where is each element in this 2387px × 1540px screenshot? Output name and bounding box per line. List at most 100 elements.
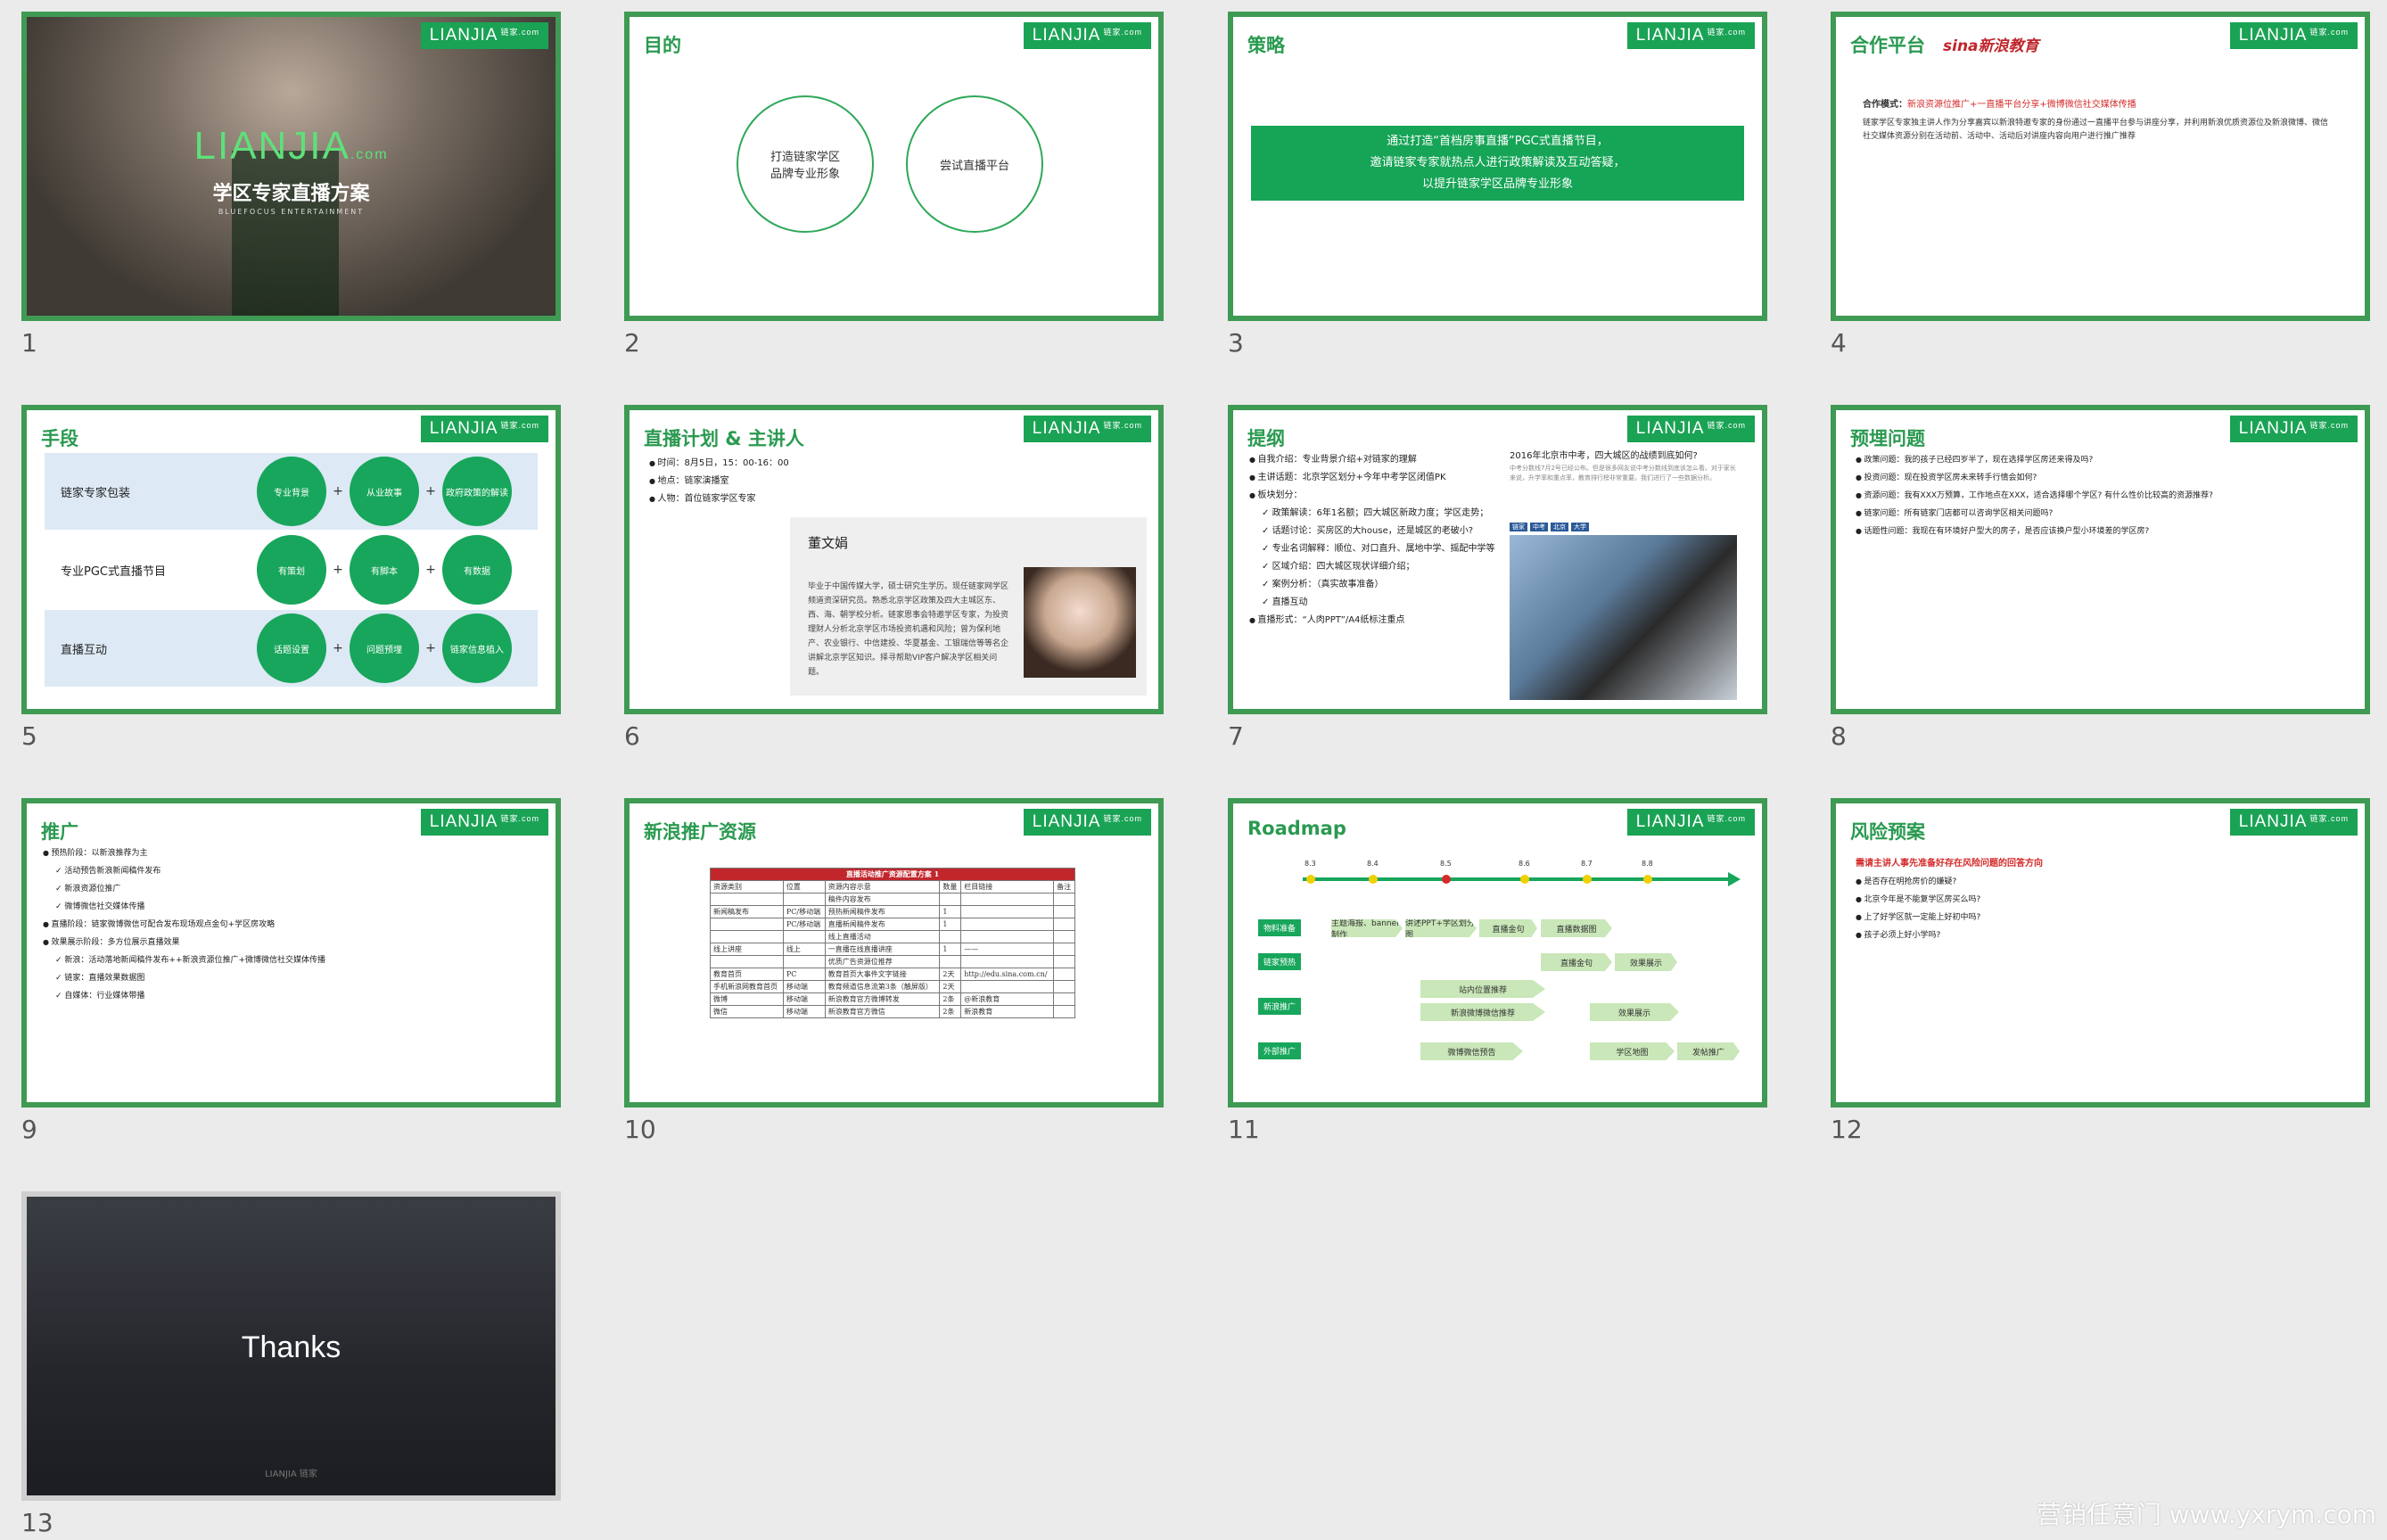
thanks-brand: LIANJIA 链家 — [265, 1470, 317, 1479]
slide-frame: LIANJIA 链家.com LIANJIA.com 学区专家直播方案 BLUEF… — [21, 12, 561, 321]
cover-title: 学区专家直播方案 — [212, 183, 370, 205]
brand-logo: LIANJIA 链家.com — [1626, 22, 1755, 49]
slide-frame: 新浪推广资源 LIANJIA 链家.com 直播活动推广资源配置方案 1 资源类别… — [624, 798, 1164, 1108]
timeline-dot — [1306, 875, 1315, 884]
roadmap-tag: 链家预热 — [1258, 953, 1302, 970]
brand-logo: LIANJIA 链家.com — [420, 22, 548, 49]
slide-title: 目的 — [644, 35, 681, 56]
table-row: 教育首页 PC 教育首页大事件文字链接 2天 http://edu.sina.com.c… — [710, 968, 1075, 981]
slide-frame: 预埋问题 LIANJIA链家.com 政策问题：我的孩子已经四岁半了，现在选择学… — [1831, 405, 2370, 714]
timeline-bar — [1303, 877, 1731, 881]
timeline-date: 8.8 — [1642, 860, 1653, 868]
slide-frame: 直播计划 & 主讲人 LIANJIA链家.com 时间：8月5日，15：00-1… — [624, 405, 1164, 714]
speaker-name: 董文娟 — [808, 535, 849, 551]
cover-tag: BLUEFOCUS ENTERTAINMENT — [218, 208, 365, 216]
slide-number: 12 — [1831, 1115, 1863, 1144]
roadmap-step: 新浪微博微信推荐 — [1420, 1003, 1545, 1021]
table-row: 新闻稿发布 PC/移动端 预热新闻稿件发布 1 — [710, 905, 1075, 918]
coop-desc: 链家学区专家独主讲人作为分享嘉宾以新浪特邀专家的身份通过一直播平台参与讲座分享，… — [1863, 119, 2329, 141]
outline-list: 自我介绍：专业背景介绍+对链家的理解 主讲话题：北京学区划分+今年中考学区闭值P… — [1249, 451, 1495, 630]
promo-list: 预热阶段：以新浪推荐为主 活动预告新浪新闻稿件发布 新浪资源位推广 微博微信社交… — [43, 844, 326, 1005]
table-row: PC/移动端 直播新闻稿件发布 1 — [710, 918, 1075, 931]
roadmap-step: 直播数据图 — [1541, 919, 1612, 937]
goal-circle: 尝试直播平台 — [906, 95, 1043, 233]
timeline-dot — [1643, 875, 1652, 884]
slide-frame: Thanks LIANJIA 链家 — [21, 1191, 561, 1501]
slide-thumb-9[interactable]: 推广 LIANJIA链家.com 预热阶段：以新浪推荐为主 活动预告新浪新闻稿件… — [21, 798, 561, 1144]
speaker-bio: 毕业于中国传媒大学，硕士研究生学历。现任链家网学区频道资深研究员。熟悉北京学区政… — [808, 582, 1009, 677]
slide-frame: 目的 LIANJIA 链家.com 打造链家学区品牌专业形象 尝试直播平台 — [624, 12, 1164, 321]
slide-title: 策略 — [1247, 35, 1285, 56]
brand-logo: LIANJIA 链家.com — [1023, 809, 1151, 836]
timeline-date: 8.6 — [1519, 860, 1530, 868]
slide-title: 直播计划 & 主讲人 — [644, 428, 804, 449]
table-row: 线上讲座 线上 一直播在线直播讲座 1 —— — [710, 943, 1075, 956]
table-row: 优质广告资源位推荐 — [710, 955, 1075, 968]
slide-thumb-6[interactable]: 直播计划 & 主讲人 LIANJIA链家.com 时间：8月5日，15：00-1… — [624, 405, 1164, 751]
slide-number: 8 — [1831, 721, 1847, 751]
question-list: 政策问题：我的孩子已经四岁半了，现在选择学区房还来得及吗? 投资问题：现在投资学… — [1856, 451, 2213, 540]
brand-logo: LIANJIA 链家.com — [1626, 416, 1755, 442]
table-row: 手机新浪网教育首页 移动端 教育频道信息流第3条（触屏版） 2天 — [710, 980, 1075, 993]
slide-frame: 推广 LIANJIA链家.com 预热阶段：以新浪推荐为主 活动预告新浪新闻稿件… — [21, 798, 561, 1108]
brand-logo: LIANJIA 链家.com — [420, 416, 548, 442]
slide-number: 3 — [1228, 328, 1244, 358]
brand-logo: LIANJIA 链家.com — [2229, 22, 2358, 49]
slide-thumb-1[interactable]: LIANJIA 链家.com LIANJIA.com 学区专家直播方案 BLUEF… — [21, 12, 561, 358]
risk-list: 是否存在明抢房价的嫌疑? 北京今年是不能复学区房买么吗? 上了好学区就一定能上好… — [1856, 873, 1981, 944]
news-tags: 链家 中考 北京 大学 — [1510, 523, 1589, 531]
slide-title: 合作平台 — [1850, 35, 1925, 56]
slide-frame: 风险预案 LIANJIA 链家.com 需请主讲人事先准备好存在风险问题的回答方向… — [1831, 798, 2370, 1108]
roadmap-step: 学区地图 — [1590, 1042, 1675, 1060]
sina-logo: sina新浪教育 — [1943, 37, 2039, 55]
news-title: 2016年北京市中考，四大城区的战绩到底如何? — [1510, 451, 1698, 461]
slide-title: 新浪推广资源 — [644, 821, 756, 843]
roadmap-step: 站内位置推荐 — [1420, 980, 1545, 998]
goal-circle: 打造链家学区品牌专业形象 — [737, 95, 874, 233]
slide-thumb-12[interactable]: 风险预案 LIANJIA 链家.com 需请主讲人事先准备好存在风险问题的回答方向… — [1831, 798, 2370, 1144]
roadmap-step: 直播金句 — [1479, 919, 1537, 937]
slide-thumb-11[interactable]: Roadmap LIANJIA 链家.com 8.3 8.4 8.5 8.6 8.7 8.8… — [1228, 798, 1767, 1144]
table-row: 稿件内容发布 — [710, 893, 1075, 906]
slide-thumb-3[interactable]: 策略 LIANJIA 链家.com 通过打造“首档房事直播”PGC式直播节目， 邀… — [1228, 12, 1767, 358]
risk-lead: 需请主讲人事先准备好存在风险问题的回答方向 — [1856, 859, 2043, 869]
thanks-title: Thanks — [241, 1330, 342, 1364]
timeline-dot — [1583, 875, 1592, 884]
building-illustration — [232, 151, 339, 316]
slide-thumb-2[interactable]: 目的 LIANJIA 链家.com 打造链家学区品牌专业形象 尝试直播平台 2 — [624, 12, 1164, 358]
slide-number: 7 — [1228, 721, 1244, 751]
slide-number: 5 — [21, 721, 37, 751]
slide-number: 2 — [624, 328, 640, 358]
means-row: 直播互动 话题设置 + 问题预埋 + 链家信息植入 — [45, 610, 538, 687]
slide-number: 9 — [21, 1115, 37, 1144]
timeline-date: 8.5 — [1440, 860, 1452, 868]
slide-number: 1 — [21, 328, 37, 358]
roadmap-tag: 物料准备 — [1258, 919, 1302, 936]
timeline-dot — [1442, 875, 1451, 884]
speaker-photo — [1024, 567, 1136, 678]
table-row: 微博 移动端 新浪教育官方微博转发 2条 @新浪教育 — [710, 992, 1075, 1006]
slide-thumb-10[interactable]: 新浪推广资源 LIANJIA 链家.com 直播活动推广资源配置方案 1 资源类别… — [624, 798, 1164, 1144]
slide-thumb-7[interactable]: 提纲 LIANJIA链家.com 自我介绍：专业背景介绍+对链家的理解 主讲话题… — [1228, 405, 1767, 751]
brand-logo: LIANJIA 链家.com — [2229, 416, 2358, 442]
roadmap-step: 讲述PPT+学区划分图 — [1405, 919, 1477, 937]
slide-thumb-5[interactable]: 手段 LIANJIA 链家.com 链家专家包装 专业背景 + 从业故事 + 政府政策… — [21, 405, 561, 751]
timeline-dot — [1369, 875, 1378, 884]
slide-number: 11 — [1228, 1115, 1260, 1144]
slide-frame: 提纲 LIANJIA链家.com 自我介绍：专业背景介绍+对链家的理解 主讲话题… — [1228, 405, 1767, 714]
strategy-band: 通过打造“首档房事直播”PGC式直播节目， 邀请链家专家就热点人进行政策解读及互… — [1251, 126, 1744, 201]
coop-mode: 合作模式：新浪资源位推广+一直播平台分享+微博微信社交媒体传播 — [1863, 100, 2136, 110]
roadmap-step: 微博微信预告 — [1420, 1042, 1523, 1060]
slide-thumb-4[interactable]: 合作平台 sina新浪教育 LIANJIA 链家.com 合作模式：新浪资源位推广… — [1831, 12, 2370, 358]
slide-title: 预埋问题 — [1850, 428, 1925, 449]
slide-frame: 手段 LIANJIA 链家.com 链家专家包装 专业背景 + 从业故事 + 政府政策… — [21, 405, 561, 714]
roadmap-tag: 外部推广 — [1258, 1042, 1302, 1059]
slide-title: Roadmap — [1247, 818, 1346, 839]
table-row: 微信 移动端 新浪教育官方微信 2条 新浪教育 — [710, 1005, 1075, 1018]
slide-thumb-13[interactable]: Thanks LIANJIA 链家 13 — [21, 1191, 561, 1537]
brand-logo: LIANJIA 链家.com — [2229, 809, 2358, 836]
slide-thumb-8[interactable]: 预埋问题 LIANJIA链家.com 政策问题：我的孩子已经四岁半了，现在选择学… — [1831, 405, 2370, 751]
timeline-arrow-icon — [1728, 872, 1741, 886]
cover-brand: LIANJIA.com — [193, 124, 389, 168]
slide-title: 风险预案 — [1850, 821, 1925, 843]
